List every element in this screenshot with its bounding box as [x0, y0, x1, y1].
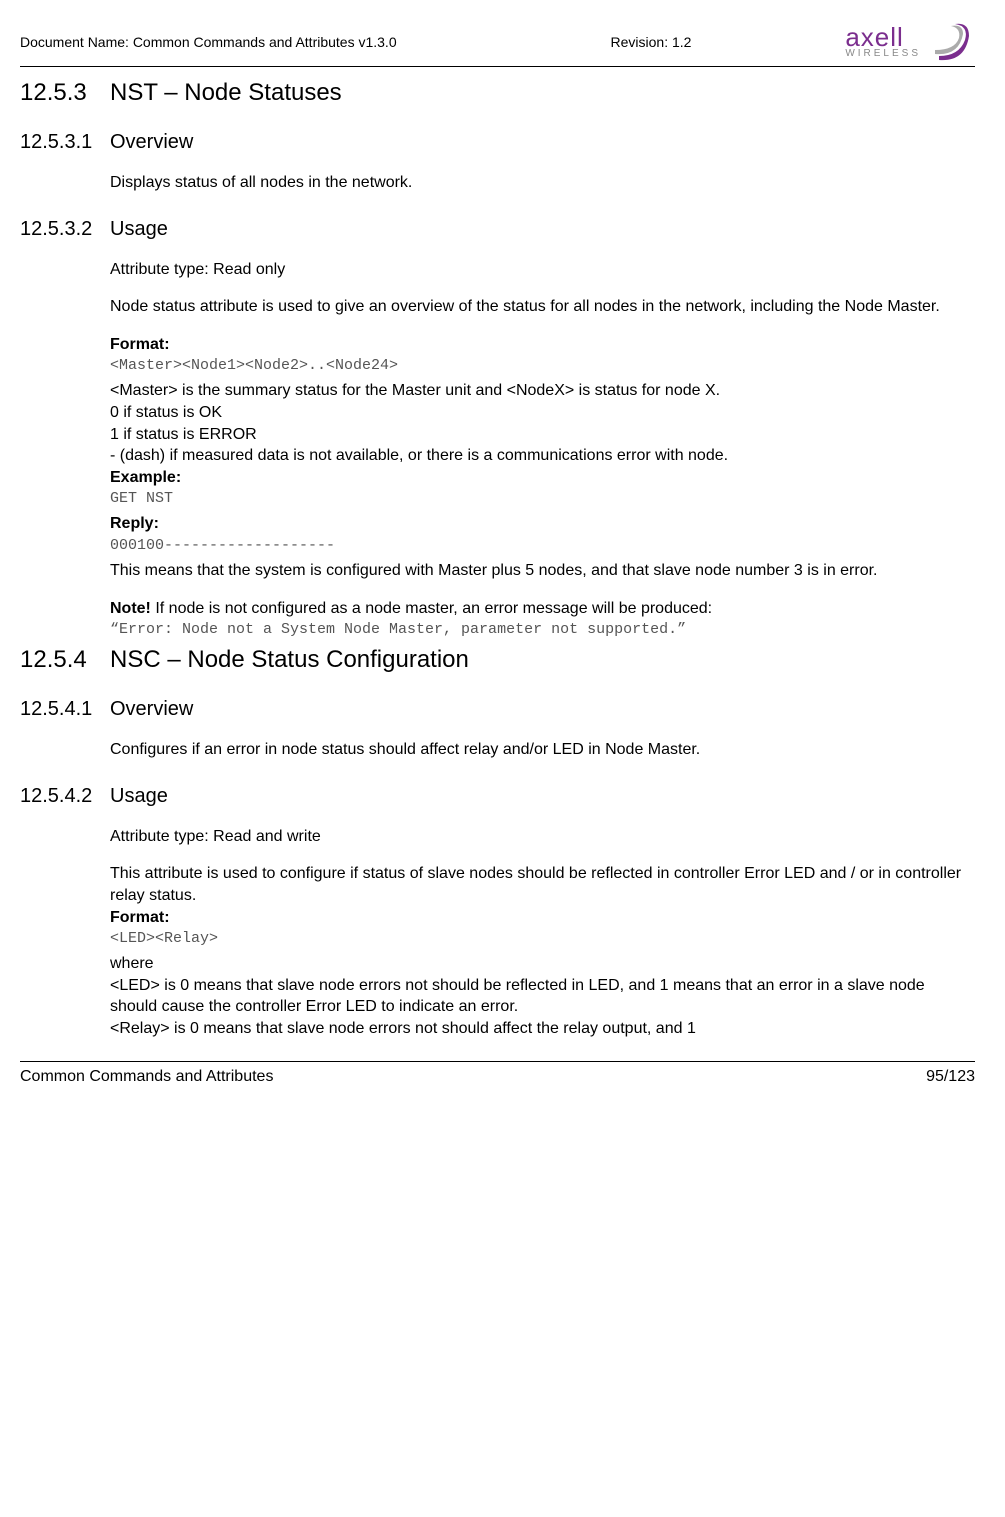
- logo-swirl-icon: [925, 20, 975, 64]
- subsection-heading-usage: 12.5.4.2 Usage: [20, 785, 965, 808]
- subsection-title: Usage: [110, 218, 168, 241]
- paragraph: This attribute is used to configure if s…: [110, 863, 965, 906]
- subsection-title: Overview: [110, 131, 193, 154]
- subsection-num: 12.5.3.1: [20, 131, 110, 154]
- paragraph: <LED> is 0 means that slave node errors …: [110, 975, 965, 1018]
- paragraph: Displays status of all nodes in the netw…: [110, 172, 965, 194]
- subsection-heading-overview: 12.5.4.1 Overview: [20, 698, 965, 721]
- section-num: 12.5.3: [20, 79, 110, 107]
- subsection-title: Usage: [110, 785, 168, 808]
- paragraph: Attribute type: Read only: [110, 259, 965, 281]
- subsection-num: 12.5.3.2: [20, 218, 110, 241]
- section-heading-nst: 12.5.3 NST – Node Statuses: [20, 79, 965, 107]
- footer-divider: [20, 1061, 975, 1062]
- note-label: Note!: [110, 600, 151, 617]
- paragraph: 0 if status is OK: [110, 402, 965, 424]
- doc-revision: Revision: 1.2: [397, 34, 846, 50]
- section-heading-nsc: 12.5.4 NSC – Node Status Configuration: [20, 646, 965, 674]
- paragraph: Attribute type: Read and write: [110, 826, 965, 848]
- document-footer: Common Commands and Attributes 95/123: [20, 1068, 975, 1100]
- format-code: <Master><Node1><Node2>..<Node24>: [110, 357, 965, 374]
- subsection-num: 12.5.4.2: [20, 785, 110, 808]
- format-label: Format:: [110, 907, 965, 929]
- subsection-num: 12.5.4.1: [20, 698, 110, 721]
- paragraph: This means that the system is configured…: [110, 560, 965, 582]
- paragraph: <Relay> is 0 means that slave node error…: [110, 1018, 965, 1040]
- subsection-heading-overview: 12.5.3.1 Overview: [20, 131, 965, 154]
- document-header: Document Name: Common Commands and Attri…: [20, 20, 975, 64]
- format-label: Format:: [110, 334, 965, 356]
- logo-subtext: WIRELESS: [845, 49, 921, 58]
- subsection-heading-usage: 12.5.3.2 Usage: [20, 218, 965, 241]
- note-text: If node is not configured as a node mast…: [151, 600, 712, 617]
- reply-label: Reply:: [110, 513, 965, 535]
- footer-left: Common Commands and Attributes: [20, 1068, 273, 1086]
- header-divider: [20, 66, 975, 67]
- main-content: 12.5.3 NST – Node Statuses 12.5.3.1 Over…: [20, 79, 975, 1039]
- logo: axell WIRELESS: [845, 20, 975, 64]
- paragraph: - (dash) if measured data is not availab…: [110, 445, 965, 467]
- error-code: “Error: Node not a System Node Master, p…: [110, 621, 965, 638]
- format-code: <LED><Relay>: [110, 930, 965, 947]
- example-code: GET NST: [110, 490, 965, 507]
- reply-code: 000100-------------------: [110, 537, 965, 554]
- paragraph: 1 if status is ERROR: [110, 424, 965, 446]
- paragraph: where: [110, 953, 965, 975]
- note-paragraph: Note! If node is not configured as a nod…: [110, 598, 965, 620]
- paragraph: Node status attribute is used to give an…: [110, 296, 965, 318]
- section-title: NSC – Node Status Configuration: [110, 646, 469, 674]
- example-label: Example:: [110, 467, 965, 489]
- subsection-title: Overview: [110, 698, 193, 721]
- paragraph: <Master> is the summary status for the M…: [110, 380, 965, 402]
- section-num: 12.5.4: [20, 646, 110, 674]
- doc-name: Document Name: Common Commands and Attri…: [20, 34, 397, 50]
- paragraph: Configures if an error in node status sh…: [110, 739, 965, 761]
- footer-page-number: 95/123: [926, 1068, 975, 1086]
- section-title: NST – Node Statuses: [110, 79, 342, 107]
